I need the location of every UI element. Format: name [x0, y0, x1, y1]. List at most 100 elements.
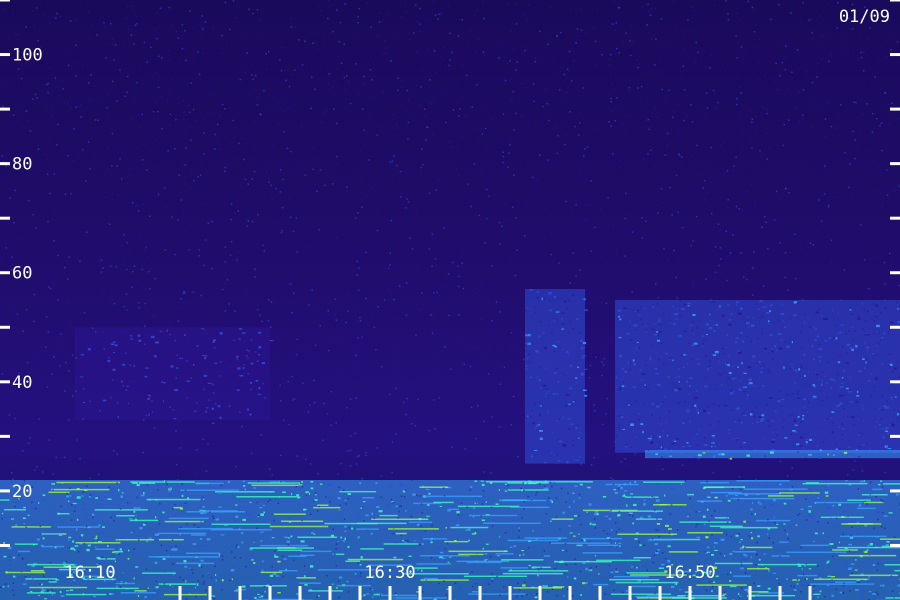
- noise-cell: [520, 115, 523, 117]
- low-freq-streak: [699, 481, 729, 484]
- noise-cell: [555, 454, 558, 457]
- noise-cell: [702, 342, 704, 345]
- noise-cell: [213, 346, 216, 349]
- noise-cell: [355, 397, 358, 400]
- noise-cell: [669, 513, 672, 515]
- noise-cell: [675, 457, 678, 459]
- band-3-cell: [841, 423, 843, 426]
- noise-cell: [395, 592, 397, 595]
- low-freq-streak: [395, 532, 407, 535]
- noise-cell: [685, 29, 687, 32]
- noise-cell: [727, 207, 729, 209]
- band-3-cell: [764, 347, 767, 350]
- noise-cell: [37, 39, 40, 42]
- band-0-cell: [202, 498, 205, 500]
- band-0-cell: [484, 553, 488, 555]
- noise-cell: [139, 159, 142, 162]
- noise-cell: [256, 95, 259, 98]
- noise-cell: [760, 366, 762, 368]
- noise-cell: [171, 78, 173, 80]
- band-0-cell: [528, 564, 531, 567]
- band-0-cell: [76, 496, 81, 499]
- noise-cell: [46, 52, 49, 55]
- noise-cell: [798, 284, 801, 287]
- band-0-cell: [591, 534, 596, 537]
- band-3-cell: [722, 314, 725, 317]
- noise-cell: [124, 542, 126, 544]
- noise-cell: [224, 261, 226, 263]
- noise-cell: [625, 573, 627, 575]
- noise-cell: [771, 348, 774, 350]
- band-0-cell: [2, 500, 5, 503]
- noise-cell: [187, 82, 190, 84]
- noise-cell: [356, 189, 359, 192]
- noise-cell: [24, 575, 27, 578]
- noise-cell: [555, 127, 557, 129]
- band-3-cell: [705, 333, 708, 336]
- noise-cell: [176, 479, 179, 481]
- noise-cell: [582, 134, 585, 136]
- band-0-cell: [7, 546, 12, 550]
- band-3-cell: [881, 337, 883, 339]
- noise-cell: [710, 206, 712, 209]
- noise-cell: [92, 516, 94, 518]
- noise-cell: [191, 439, 194, 441]
- noise-cell: [528, 3, 530, 6]
- noise-cell: [59, 505, 62, 508]
- noise-cell: [308, 353, 310, 356]
- band-0-cell: [623, 493, 625, 497]
- band-0-cell: [574, 485, 578, 487]
- band-0-cell: [200, 544, 204, 548]
- band-3-cell: [814, 339, 817, 342]
- band-3-cell: [619, 318, 622, 321]
- band-3-cell: [658, 435, 661, 438]
- band-3-cell: [703, 409, 707, 413]
- band-2-cell: [525, 334, 527, 337]
- noise-cell: [727, 457, 729, 460]
- noise-cell: [157, 193, 160, 196]
- noise-cell: [392, 527, 395, 529]
- noise-cell: [450, 410, 452, 412]
- noise-cell: [120, 429, 122, 432]
- band-0-cell: [14, 556, 16, 559]
- band-3-cell: [641, 373, 646, 375]
- band-0-cell: [72, 502, 77, 505]
- noise-cell: [480, 515, 482, 517]
- noise-cell: [193, 272, 196, 275]
- noise-cell: [204, 583, 206, 586]
- noise-cell: [67, 64, 70, 67]
- noise-cell: [363, 172, 366, 175]
- band-2-cell: [529, 376, 533, 379]
- band-0-cell: [428, 492, 431, 495]
- noise-cell: [324, 184, 326, 187]
- noise-cell: [622, 41, 625, 44]
- noise-cell: [108, 427, 110, 430]
- noise-cell: [610, 242, 612, 244]
- noise-cell: [457, 514, 460, 516]
- low-freq-streak: [114, 550, 124, 553]
- noise-cell: [356, 425, 358, 427]
- band-0-cell: [95, 535, 98, 538]
- noise-cell: [791, 366, 794, 369]
- noise-cell: [248, 350, 250, 352]
- band-0-cell: [247, 596, 251, 598]
- noise-cell: [233, 339, 235, 341]
- noise-cell: [171, 585, 173, 588]
- noise-cell: [821, 586, 823, 589]
- noise-cell: [850, 131, 853, 133]
- noise-cell: [378, 12, 381, 14]
- noise-cell: [426, 321, 428, 323]
- band-0-cell: [93, 595, 96, 598]
- band-3-cell: [826, 381, 828, 385]
- band-1-cell: [117, 416, 120, 419]
- noise-cell: [473, 163, 476, 165]
- band-3-cell: [759, 300, 764, 303]
- band-3-cell: [673, 322, 676, 325]
- band-0-cell: [230, 566, 235, 569]
- noise-cell: [871, 529, 873, 531]
- noise-cell: [894, 189, 896, 191]
- noise-cell: [520, 487, 522, 490]
- band-1-cell: [112, 341, 116, 343]
- noise-cell: [611, 110, 613, 113]
- noise-cell: [630, 404, 633, 406]
